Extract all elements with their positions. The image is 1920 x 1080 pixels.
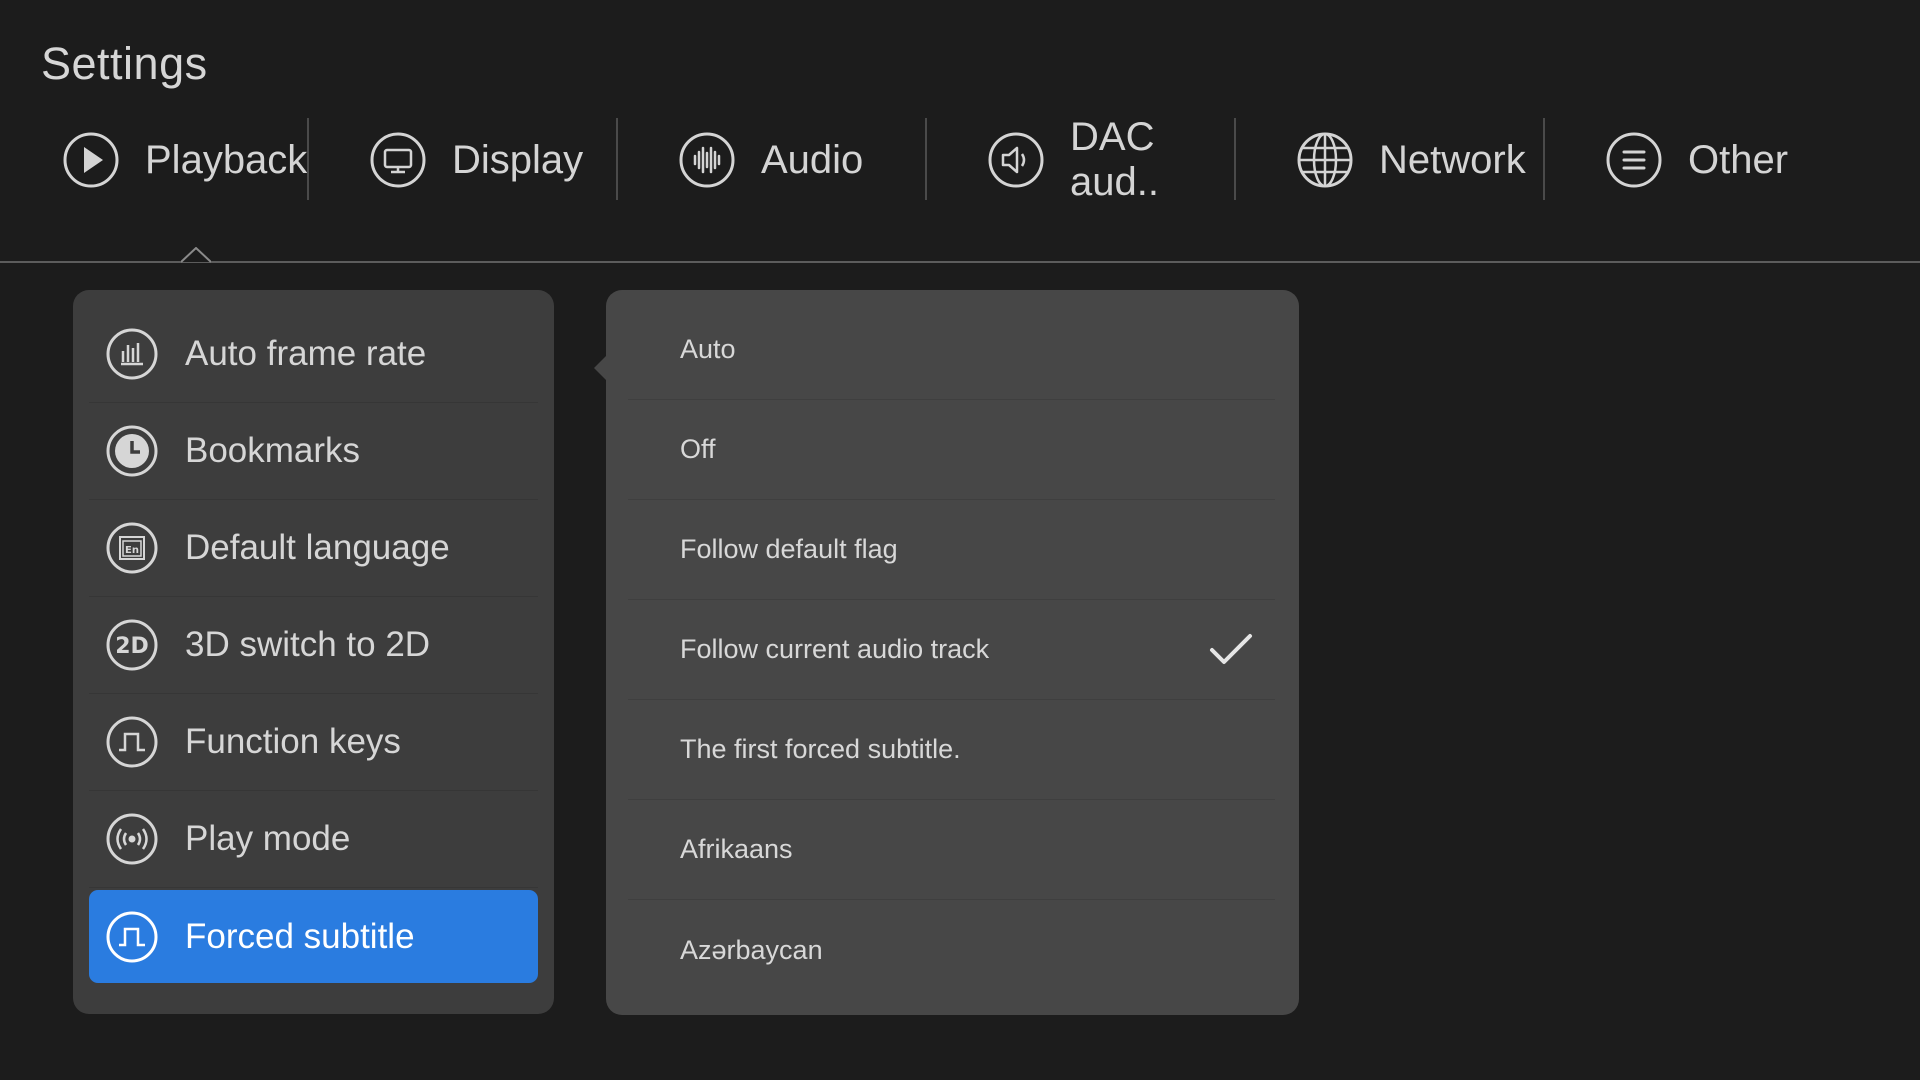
- pulse-icon: [106, 716, 158, 768]
- tab-audio[interactable]: Audio: [618, 118, 927, 202]
- active-tab-indicator: [181, 247, 211, 263]
- tab-label: Audio: [761, 137, 864, 182]
- clock-icon: [106, 425, 158, 477]
- tab-network[interactable]: Network: [1236, 118, 1545, 202]
- bar-chart-icon: [106, 328, 158, 380]
- broadcast-icon: [106, 813, 158, 865]
- menu-item-bookmarks[interactable]: Bookmarks: [89, 403, 538, 500]
- menu-item-play-mode[interactable]: Play mode: [89, 791, 538, 888]
- tab-playback[interactable]: Playback: [0, 118, 309, 202]
- menu-item-label: Auto frame rate: [185, 334, 427, 373]
- tab-label: Network: [1379, 137, 1526, 182]
- option-label: Off: [680, 434, 716, 464]
- waveform-icon: [679, 132, 735, 188]
- menu-item-default-language[interactable]: En Default language: [89, 500, 538, 597]
- option-off[interactable]: Off: [628, 400, 1275, 500]
- option-afrikaans[interactable]: Afrikaans: [628, 800, 1275, 900]
- menu-item-label: Play mode: [185, 819, 351, 858]
- tab-label: Playback: [145, 137, 308, 182]
- option-azerbaycan[interactable]: Azərbaycan: [628, 900, 1275, 1000]
- monitor-icon: [370, 132, 426, 188]
- menu-item-label: Forced subtitle: [185, 916, 415, 956]
- menu-item-label: Bookmarks: [185, 431, 361, 470]
- tab-underline: [0, 261, 1920, 263]
- menu-item-label: Function keys: [185, 722, 401, 761]
- pulse-icon: [106, 911, 158, 962]
- option-label: Follow default flag: [680, 534, 898, 564]
- svg-text:En: En: [125, 545, 139, 556]
- list-icon: [1606, 132, 1662, 188]
- tab-dac-audio[interactable]: DAC aud..: [927, 115, 1236, 204]
- menu-item-label: Default language: [185, 528, 450, 567]
- checkmark-icon: [1210, 634, 1252, 664]
- tab-label: Display: [452, 137, 584, 182]
- tab-label: DAC aud..: [1070, 115, 1159, 204]
- menu-item-forced-subtitle[interactable]: Forced subtitle: [89, 890, 538, 983]
- page-title: Settings: [41, 38, 208, 89]
- forced-subtitle-options: Auto Off Follow default flag Follow curr…: [606, 290, 1299, 1015]
- play-icon: [63, 132, 119, 188]
- menu-item-auto-frame-rate[interactable]: Auto frame rate: [89, 306, 538, 403]
- 2d-icon: 2D: [106, 619, 158, 671]
- tab-other[interactable]: Other: [1545, 118, 1854, 202]
- option-label: Afrikaans: [680, 834, 793, 864]
- option-label: Auto: [680, 334, 736, 364]
- option-follow-default-flag[interactable]: Follow default flag: [628, 500, 1275, 600]
- language-icon: En: [106, 522, 158, 574]
- option-label: Follow current audio track: [680, 634, 990, 664]
- tab-bar: Playback Display Audio DAC aud.. Network…: [0, 115, 1920, 204]
- menu-item-label: 3D switch to 2D: [185, 625, 431, 664]
- menu-item-function-keys[interactable]: Function keys: [89, 694, 538, 791]
- speaker-icon: [988, 132, 1044, 188]
- settings-menu: Auto frame rate Bookmarks En Default lan…: [73, 290, 554, 1014]
- option-follow-current-audio-track[interactable]: Follow current audio track: [628, 600, 1275, 700]
- tab-label: Other: [1688, 137, 1789, 182]
- option-label: Azərbaycan: [680, 934, 823, 965]
- menu-item-3d-switch-to-2d[interactable]: 2D 3D switch to 2D: [89, 597, 538, 694]
- tab-display[interactable]: Display: [309, 118, 618, 202]
- option-label: The first forced subtitle.: [680, 734, 961, 764]
- option-auto[interactable]: Auto: [628, 300, 1275, 400]
- svg-text:2D: 2D: [115, 634, 149, 659]
- globe-icon: [1297, 132, 1353, 188]
- option-first-forced-subtitle[interactable]: The first forced subtitle.: [628, 700, 1275, 800]
